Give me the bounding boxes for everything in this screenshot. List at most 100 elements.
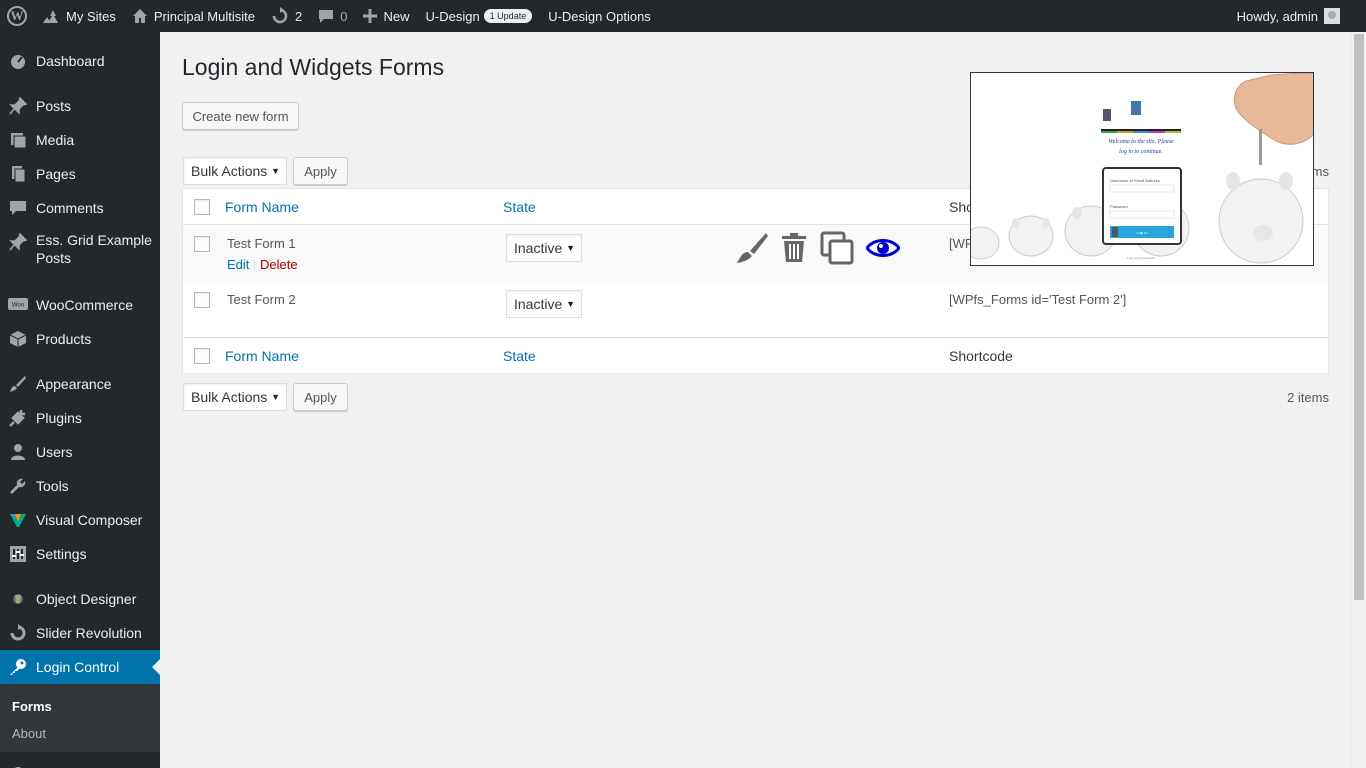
wordpress-logo-icon[interactable]: W xyxy=(0,0,34,32)
refresh-icon xyxy=(0,624,36,642)
sidebar-item-woocommerce[interactable]: Woo WooCommerce xyxy=(0,288,160,322)
account-menu[interactable]: Howdy, admin xyxy=(1229,0,1366,32)
svg-text:Woo: Woo xyxy=(12,303,25,309)
sidebar-item-slider-revolution[interactable]: Slider Revolution xyxy=(0,616,160,650)
brush-icon xyxy=(0,375,36,393)
sidebar-item-label: Ess. Grid Example Posts xyxy=(36,232,152,266)
items-count-bottom: 2 items xyxy=(1287,390,1329,405)
row-checkbox[interactable] xyxy=(194,292,210,308)
column-header-state[interactable]: State xyxy=(503,199,536,215)
sidebar-item-label: Ad xyxy=(36,764,53,768)
settings-icon xyxy=(0,545,36,563)
preview-login-button-label: Log In xyxy=(1136,230,1147,235)
form-name-cell: Test Form 1 xyxy=(227,236,296,251)
sidebar-item-label: Visual Composer xyxy=(36,512,143,528)
home-icon xyxy=(132,8,148,24)
select-all-checkbox[interactable] xyxy=(194,199,210,215)
sidebar-item-products[interactable]: Products xyxy=(0,322,160,356)
sidebar-item-label: Media xyxy=(36,132,75,148)
page-scrollbar[interactable] xyxy=(1350,32,1366,768)
preview-username-label: Username or Email Address xyxy=(1110,178,1160,183)
sidebar-item-plugins[interactable]: Plugins xyxy=(0,401,160,435)
sidebar-item-label: Pages xyxy=(36,166,76,182)
bulk-actions-select-top[interactable]: Bulk Actions ▼ xyxy=(183,157,287,185)
sidebar-item-tools[interactable]: Tools xyxy=(0,469,160,503)
pin-icon xyxy=(0,225,36,251)
form-preview-popup: Welcome to the site. Please log in to co… xyxy=(970,72,1314,266)
delete-link[interactable]: Delete xyxy=(260,257,298,272)
sidebar-item-label: Plugins xyxy=(36,410,82,426)
object-designer-icon xyxy=(0,592,36,606)
form-name-cell: Test Form 2 xyxy=(227,292,296,307)
duplicate-icon[interactable] xyxy=(820,231,854,268)
comments-count: 0 xyxy=(340,8,348,24)
sidebar-item-cut-off[interactable]: Ad xyxy=(0,756,160,768)
sidebar-item-label: Object Designer xyxy=(36,591,137,607)
column-footer-form-name[interactable]: Form Name xyxy=(225,348,299,364)
comments-menu[interactable]: 0 xyxy=(310,0,355,32)
chevron-down-icon: ▼ xyxy=(566,299,575,309)
state-select[interactable]: Inactive ▼ xyxy=(506,234,582,262)
state-select[interactable]: Inactive ▼ xyxy=(506,290,582,318)
column-footer-shortcode: Shortcode xyxy=(949,348,1013,364)
column-header-form-name[interactable]: Form Name xyxy=(225,199,299,215)
apply-button-bottom[interactable]: Apply xyxy=(293,383,348,411)
preview-welcome-line2: log in to continue. xyxy=(1119,149,1163,155)
sidebar-item-label: Slider Revolution xyxy=(36,625,142,641)
state-value: Inactive xyxy=(514,240,563,256)
preview-eye-icon[interactable] xyxy=(865,237,901,262)
submenu-item-about[interactable]: About xyxy=(12,726,46,741)
shortcode-cell: [WPfs_Forms id='Test Form 2'] xyxy=(949,292,1127,307)
plus-icon xyxy=(363,9,378,23)
sidebar-item-ess-grid[interactable]: Ess. Grid Example Posts xyxy=(0,225,160,273)
select-all-checkbox-footer[interactable] xyxy=(194,348,210,364)
plug-icon xyxy=(0,409,36,427)
woocommerce-icon: Woo xyxy=(0,298,36,312)
theme-update-badge: 1 Update xyxy=(483,9,533,23)
updates-count: 2 xyxy=(295,8,303,24)
sidebar-item-pages[interactable]: Pages xyxy=(0,157,160,191)
submenu-item-forms[interactable]: Forms xyxy=(12,699,52,714)
apply-button-top[interactable]: Apply xyxy=(293,157,348,185)
row-checkbox[interactable] xyxy=(194,236,210,252)
sidebar-item-dashboard[interactable]: Dashboard xyxy=(0,44,160,78)
updates-icon xyxy=(271,7,289,25)
sidebar-item-posts[interactable]: Posts xyxy=(0,89,160,123)
my-sites-icon xyxy=(42,8,60,24)
sidebar-item-appearance[interactable]: Appearance xyxy=(0,367,160,401)
updates-menu[interactable]: 2 xyxy=(263,0,310,32)
scrollbar-thumb[interactable] xyxy=(1354,34,1364,600)
column-footer-state[interactable]: State xyxy=(503,348,536,364)
sidebar-item-users[interactable]: Users xyxy=(0,435,160,469)
pages-icon xyxy=(0,165,36,183)
create-new-form-button[interactable]: Create new form xyxy=(182,102,299,130)
sidebar-item-media[interactable]: Media xyxy=(0,123,160,157)
my-sites-menu[interactable]: My Sites xyxy=(34,0,124,32)
theme-options-menu[interactable]: U-Design Options xyxy=(540,0,659,32)
sidebar-item-comments[interactable]: Comments xyxy=(0,191,160,225)
bulk-actions-value: Bulk Actions xyxy=(191,389,268,405)
trash-icon[interactable] xyxy=(781,233,807,266)
bulk-actions-value: Bulk Actions xyxy=(191,163,268,179)
comment-icon xyxy=(0,199,36,217)
theme-menu[interactable]: U-Design 1 Update xyxy=(417,0,540,32)
preview-illustration: Welcome to the site. Please log in to co… xyxy=(971,73,1313,264)
bulk-actions-select-bottom[interactable]: Bulk Actions ▼ xyxy=(183,383,287,411)
state-value: Inactive xyxy=(514,296,563,312)
edit-link[interactable]: Edit xyxy=(227,257,249,272)
box-icon xyxy=(0,330,36,348)
new-label: New xyxy=(383,8,410,24)
sidebar-item-settings[interactable]: Settings xyxy=(0,537,160,571)
site-name-menu[interactable]: Principal Multisite xyxy=(124,0,263,32)
row-actions: Edit | Delete xyxy=(227,257,298,272)
comment-bubble-icon xyxy=(318,8,334,24)
customize-brush-icon[interactable] xyxy=(735,231,769,268)
dashboard-icon xyxy=(0,52,36,70)
sidebar-item-object-designer[interactable]: Object Designer xyxy=(0,582,160,616)
preview-welcome-line1: Welcome to the site. Please xyxy=(1108,139,1174,145)
pin-icon xyxy=(0,97,36,115)
preview-footer-link: Lost your password? xyxy=(1127,256,1155,260)
new-content-menu[interactable]: New xyxy=(355,0,417,32)
sidebar-item-visual-composer[interactable]: Visual Composer xyxy=(0,503,160,537)
sidebar-item-login-control[interactable]: Login Control xyxy=(0,650,160,684)
